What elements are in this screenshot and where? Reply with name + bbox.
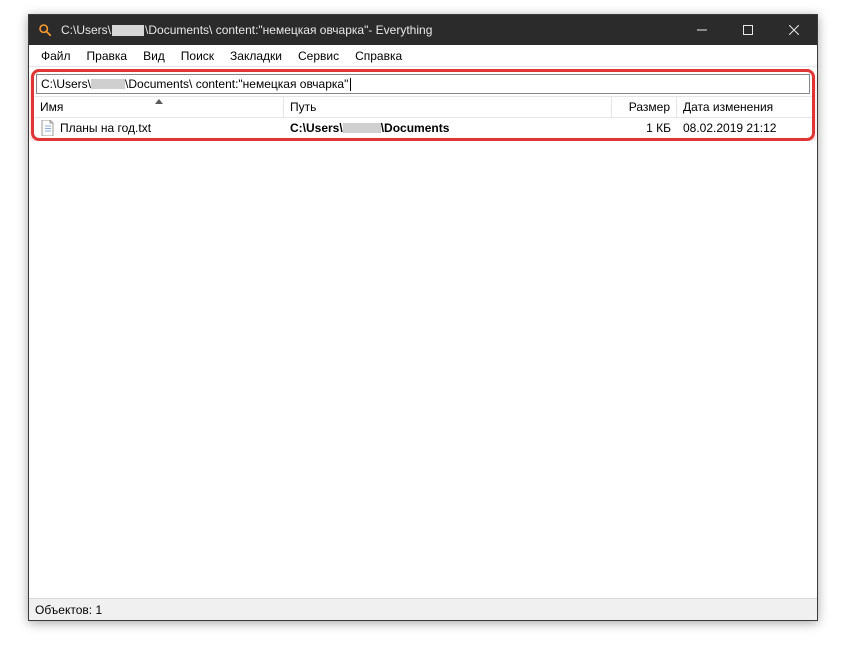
column-size[interactable]: Размер bbox=[612, 97, 677, 117]
redacted-user bbox=[343, 123, 381, 133]
statusbar: Объектов: 1 bbox=[29, 598, 817, 620]
minimize-button[interactable] bbox=[679, 15, 725, 45]
menu-tools[interactable]: Сервис bbox=[290, 47, 347, 65]
text-cursor bbox=[350, 78, 351, 91]
menubar: Файл Правка Вид Поиск Закладки Сервис Сп… bbox=[29, 45, 817, 67]
column-path[interactable]: Путь bbox=[284, 97, 612, 117]
close-button[interactable] bbox=[771, 15, 817, 45]
search-input[interactable]: C:\Users\\Documents\ content:"немецкая о… bbox=[36, 74, 810, 94]
result-row[interactable]: Планы на год.txt C:\Users\\Documents 1 К… bbox=[34, 118, 812, 138]
titlebar[interactable]: C:\Users\\Documents\ content:"немецкая о… bbox=[29, 15, 817, 45]
menu-help[interactable]: Справка bbox=[347, 47, 410, 65]
app-window: C:\Users\\Documents\ content:"немецкая о… bbox=[28, 14, 818, 621]
sort-ascending-icon bbox=[155, 99, 163, 104]
app-icon bbox=[37, 22, 53, 38]
column-headers: Имя Путь Размер Дата изменения bbox=[34, 96, 812, 118]
redacted-user bbox=[112, 25, 144, 36]
maximize-button[interactable] bbox=[725, 15, 771, 45]
menu-bookmarks[interactable]: Закладки bbox=[222, 47, 290, 65]
file-name: Планы на год.txt bbox=[60, 121, 151, 135]
highlight-annotation: C:\Users\\Documents\ content:"немецкая о… bbox=[31, 69, 815, 141]
menu-view[interactable]: Вид bbox=[135, 47, 173, 65]
menu-file[interactable]: Файл bbox=[33, 47, 79, 65]
cell-date: 08.02.2019 21:12 bbox=[677, 121, 812, 135]
column-name[interactable]: Имя bbox=[34, 97, 284, 117]
text-file-icon bbox=[40, 120, 56, 136]
object-count: Объектов: 1 bbox=[35, 603, 102, 617]
menu-search[interactable]: Поиск bbox=[173, 47, 222, 65]
window-title: C:\Users\\Documents\ content:"немецкая о… bbox=[61, 23, 432, 37]
results-area[interactable] bbox=[29, 141, 817, 598]
menu-edit[interactable]: Правка bbox=[79, 47, 136, 65]
redacted-user bbox=[91, 79, 125, 89]
cell-size: 1 КБ bbox=[612, 121, 677, 135]
cell-name: Планы на год.txt bbox=[34, 120, 284, 136]
window-controls bbox=[679, 15, 817, 45]
search-row: C:\Users\\Documents\ content:"немецкая о… bbox=[34, 72, 812, 96]
cell-path: C:\Users\\Documents bbox=[284, 121, 612, 135]
column-date[interactable]: Дата изменения bbox=[677, 97, 812, 117]
